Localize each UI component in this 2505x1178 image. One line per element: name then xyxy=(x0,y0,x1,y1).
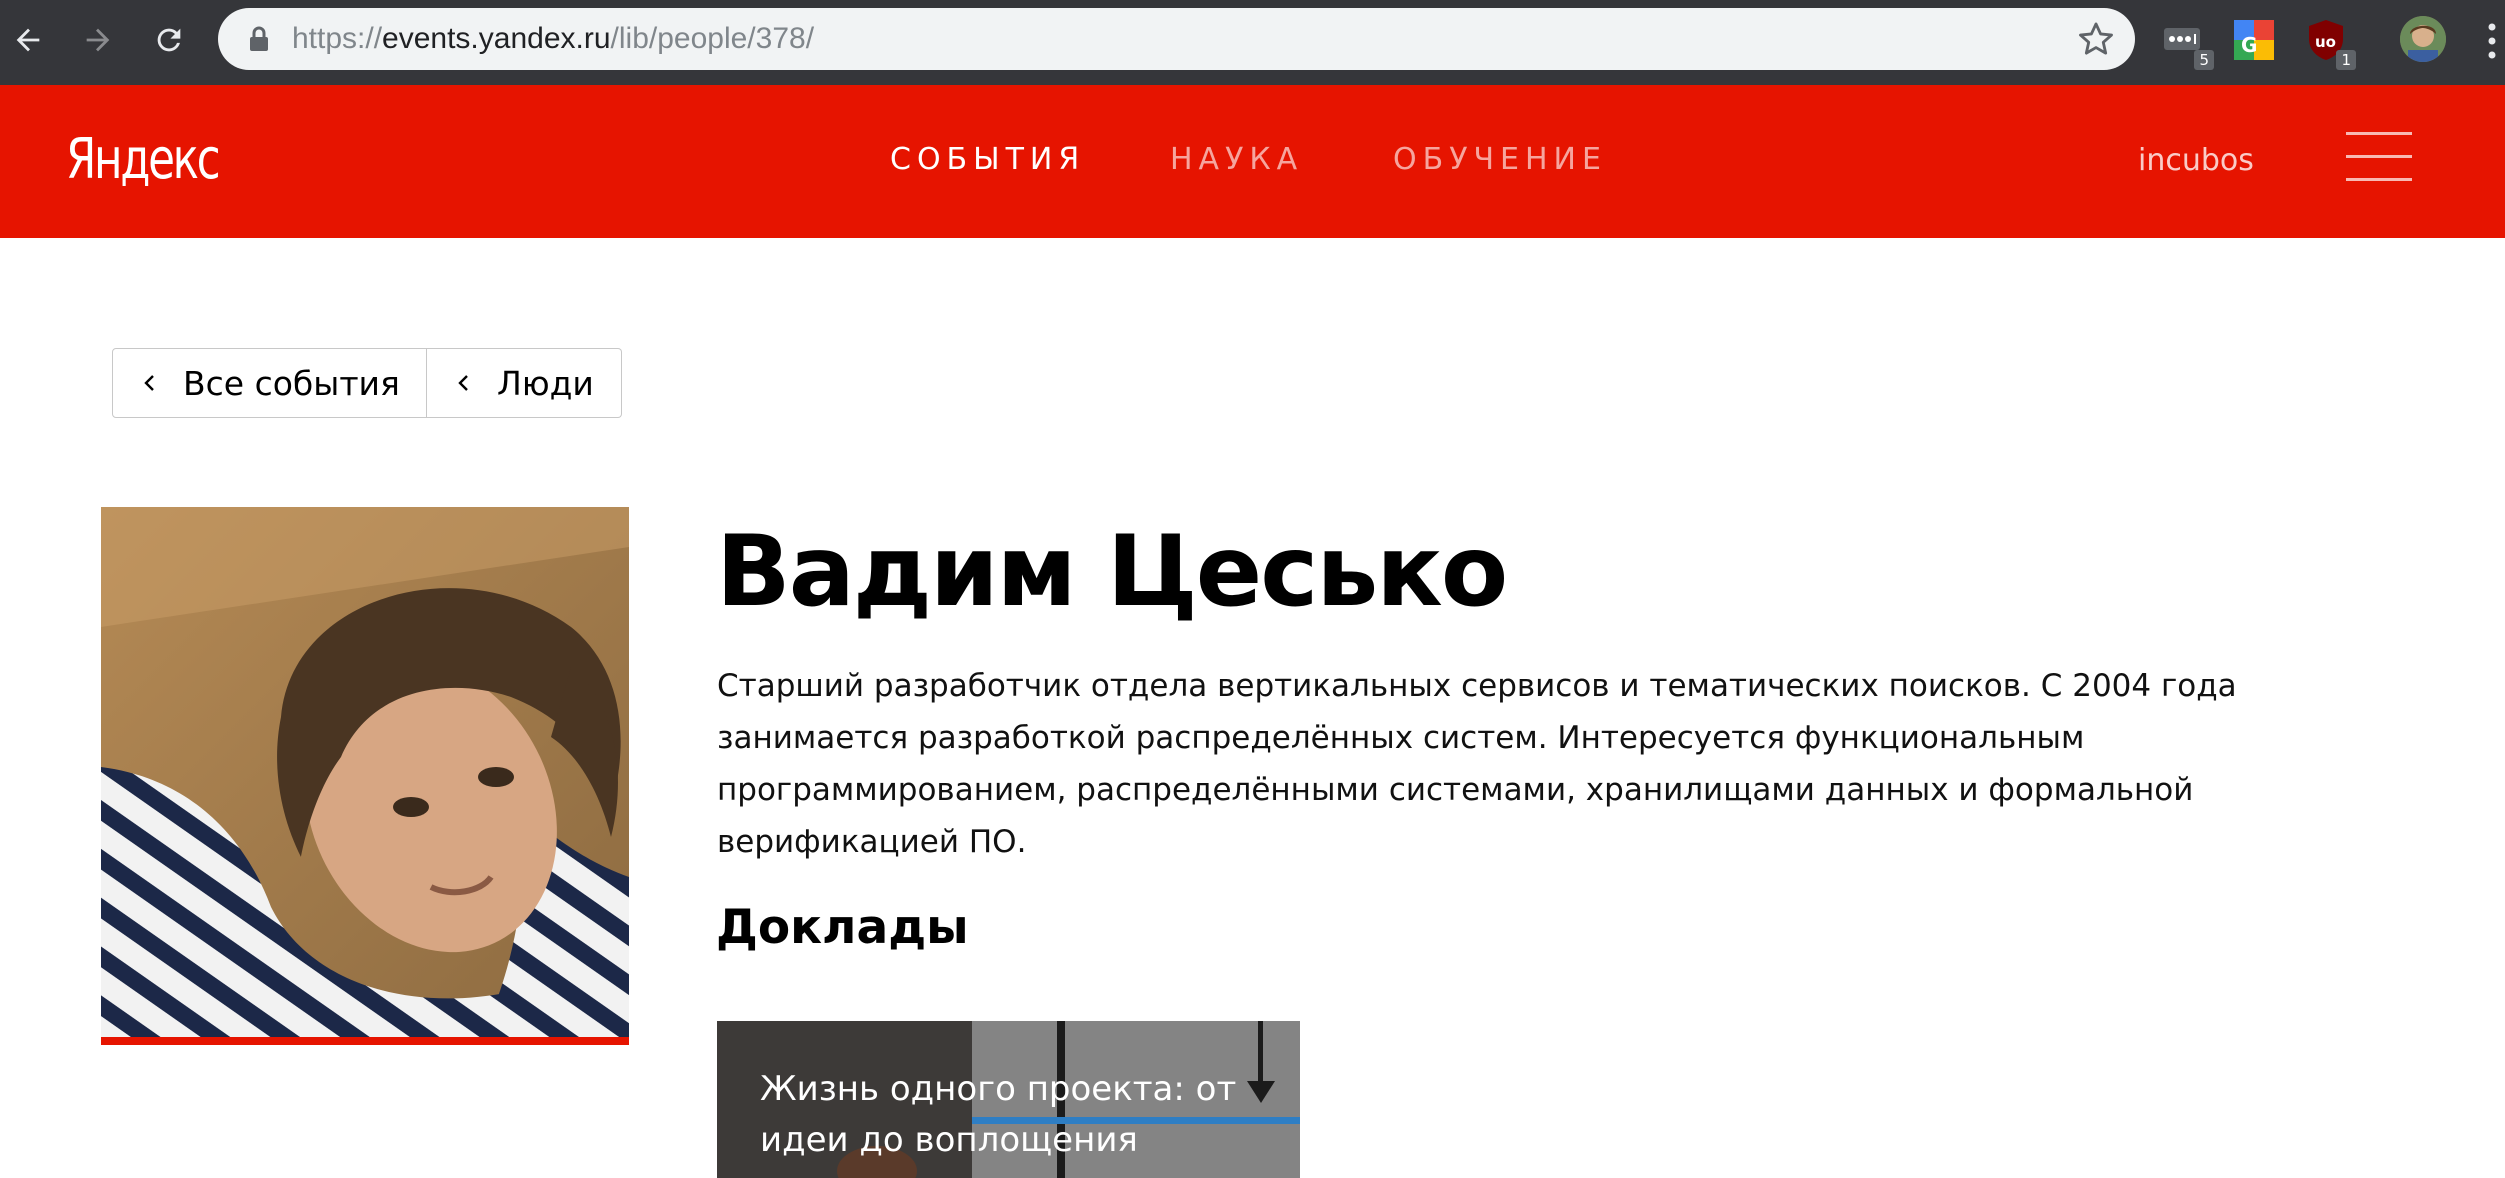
ublock-icon[interactable]: uo 1 xyxy=(2304,18,2356,70)
person-bio: Старший разработчик отдела вертикальных … xyxy=(717,668,2237,860)
chevron-left-icon xyxy=(458,375,468,391)
url-text: https://events.yandex.ru/lib/people/378/ xyxy=(292,22,815,55)
extension-badge: 1 xyxy=(2336,50,2356,70)
all-events-label: Все события xyxy=(183,363,400,403)
talk-card[interactable]: Жизнь одного проекта: от идеи до воплоще… xyxy=(717,1021,1300,1178)
hamburger-menu-icon[interactable] xyxy=(2346,132,2412,182)
people-label: Люди xyxy=(497,363,594,403)
forward-arrow-icon[interactable] xyxy=(72,14,124,66)
reload-icon[interactable] xyxy=(143,14,195,66)
google-translate-icon[interactable]: G xyxy=(2232,18,2276,62)
yandex-logo[interactable]: Яндекс xyxy=(66,127,221,192)
photo-accent-bar xyxy=(101,1037,629,1045)
talks-section-title: Доклады xyxy=(716,900,969,955)
person-name: Вадим Цесько xyxy=(716,515,1508,629)
lock-icon xyxy=(250,26,268,51)
svg-text:G: G xyxy=(2241,33,2257,57)
back-arrow-icon[interactable] xyxy=(2,14,54,66)
person-photo xyxy=(101,507,629,1045)
bookmark-star-icon[interactable] xyxy=(2077,20,2115,58)
browser-menu-icon[interactable] xyxy=(2487,22,2497,60)
people-button[interactable]: Люди xyxy=(427,348,622,418)
all-events-button[interactable]: Все события xyxy=(112,348,427,418)
talk-title: Жизнь одного проекта: от идеи до воплоще… xyxy=(760,1069,1237,1160)
address-bar[interactable]: https://events.yandex.ru/lib/people/378/ xyxy=(218,8,2135,70)
nav-item-events[interactable]: СОБЫТИЯ xyxy=(890,142,1085,177)
username-link[interactable]: incubos xyxy=(2138,143,2254,178)
svg-text:uo: uo xyxy=(2315,33,2336,51)
lastpass-icon[interactable]: 5 xyxy=(2162,18,2214,70)
profile-avatar[interactable] xyxy=(2400,16,2446,62)
nav-item-science[interactable]: НАУКА xyxy=(1170,142,1303,177)
chevron-left-icon xyxy=(144,375,154,391)
extension-badge: 5 xyxy=(2194,50,2214,70)
nav-item-education[interactable]: ОБУЧЕНИЕ xyxy=(1393,142,1607,177)
browser-toolbar: https://events.yandex.ru/lib/people/378/… xyxy=(0,0,2505,85)
breadcrumb: Все события Люди xyxy=(112,348,622,418)
site-header: Яндекс СОБЫТИЯ НАУКА ОБУЧЕНИЕ incubos xyxy=(0,85,2505,238)
